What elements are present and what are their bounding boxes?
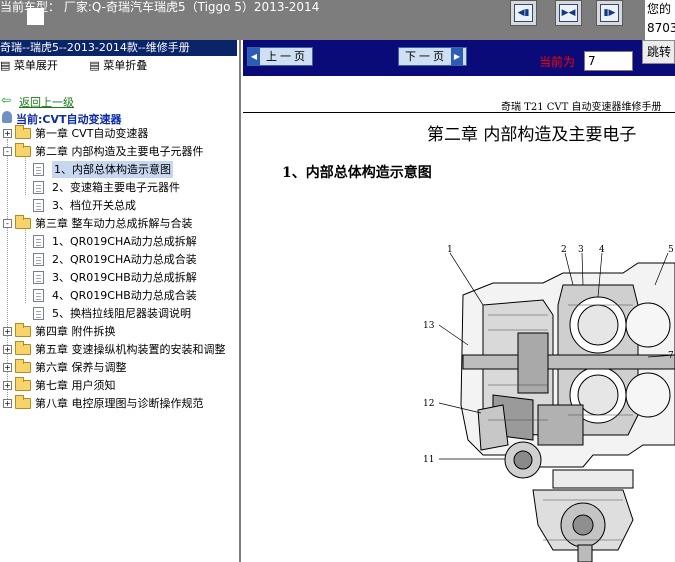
- logo-placeholder: [27, 8, 44, 25]
- callout-13: 13: [423, 321, 435, 331]
- prev-arrow-icon: ◀: [248, 48, 260, 65]
- section-title: 1、内部总体构造示意图: [282, 165, 432, 181]
- tree-item-label: 第八章 电控原理图与诊断操作规范: [35, 397, 204, 410]
- expand-icon[interactable]: +: [3, 363, 12, 372]
- tree-item-label: 1、QR019CHA动力总成拆解: [52, 235, 197, 248]
- transmission-cross-section-diagram: 1 2 3 4 5 13 7 12 11: [423, 245, 675, 562]
- manual-title: 奇瑞--瑞虎5--2013-2014款--维修手册: [0, 40, 237, 56]
- document-icon: [33, 253, 44, 266]
- document-icon: [33, 307, 44, 320]
- document-icon: [33, 181, 44, 194]
- tree-item-label: 第五章 变速操纵机构装置的安装和调整: [35, 343, 226, 356]
- document-icon: [33, 271, 44, 284]
- jump-button[interactable]: 跳转: [642, 40, 675, 64]
- tree-item-label: 2、变速箱主要电子元器件: [52, 181, 180, 194]
- tree-item-label: 3、QR019CHB动力总成拆解: [52, 271, 197, 284]
- next-page-label: 下一页: [405, 50, 447, 63]
- document-icon: [33, 163, 44, 176]
- current-model-label: 当前车型： 厂家:Q-奇瑞汽车瑞虎5（Tiggo 5）2013-2014: [0, 0, 320, 14]
- folder-icon: [15, 395, 31, 409]
- tree-item-label: 第二章 内部构造及主要电子元器件: [35, 145, 204, 158]
- expand-icon[interactable]: +: [3, 327, 12, 336]
- tree-item-label: 第三章 整车动力总成拆解与合装: [35, 217, 193, 230]
- callout-4: 4: [599, 245, 605, 255]
- content-frame: ◀ 上一页 下一页 ▶ 当前为 跳转 奇瑞 T21 CVT 自动变速器维修手册 …: [243, 40, 675, 562]
- menu-expand-button[interactable]: ▤ 菜单展开: [0, 59, 72, 72]
- prev-page-button[interactable]: ◀ 上一页: [247, 47, 313, 66]
- user-info-line2: 8703: [647, 21, 675, 35]
- menu-collapse-label: 菜单折叠: [103, 59, 148, 72]
- folder-icon: [15, 215, 31, 229]
- menu-expand-label: 菜单展开: [13, 59, 58, 72]
- menu-operations: ▤ 菜单展开 ▤ 菜单折叠: [0, 59, 175, 73]
- back-nav-button[interactable]: ◀▮: [510, 0, 537, 26]
- document-icon: [33, 289, 44, 302]
- tree-item-label: 2、QR019CHA动力总成合装: [52, 253, 197, 266]
- tree-item-label: 1、内部总体构造示意图: [52, 161, 173, 178]
- menu-collapse-button[interactable]: ▤ 菜单折叠: [89, 59, 161, 72]
- tree-item-label: 第七章 用户须知: [35, 379, 116, 392]
- folder-icon: [15, 341, 31, 355]
- current-page-label: 当前为: [539, 55, 576, 69]
- expand-icon: ▶◀: [559, 4, 578, 22]
- folder-icon: [15, 359, 31, 373]
- user-info-box: 您的 8703: [645, 0, 675, 40]
- folder-icon: [15, 323, 31, 337]
- callout-7: 7: [668, 351, 674, 361]
- folder-icon: [15, 377, 31, 391]
- next-arrow-icon: ▶: [451, 48, 463, 65]
- callout-1: 1: [447, 245, 453, 255]
- sidebar: 奇瑞--瑞虎5--2013-2014款--维修手册 ▤ 菜单展开 ▤ 菜单折叠 …: [0, 40, 241, 562]
- expand-icon[interactable]: +: [3, 129, 12, 138]
- callout-11: 11: [423, 455, 434, 465]
- prev-page-label: 上一页: [266, 50, 308, 63]
- callout-5: 5: [668, 245, 674, 255]
- document-icon: [33, 235, 44, 248]
- expand-icon[interactable]: +: [3, 399, 12, 408]
- back-link-label: 返回上一级: [19, 96, 74, 109]
- current-location-icon: [2, 111, 12, 123]
- tree-item-label: 第一章 CVT自动变速器: [35, 127, 149, 140]
- tree-item-label: 4、QR019CHB动力总成合装: [52, 289, 197, 302]
- expand-icon[interactable]: +: [3, 345, 12, 354]
- callout-12: 12: [423, 399, 434, 409]
- tree-item-label: 第六章 保养与调整: [35, 361, 127, 374]
- collapse-icon[interactable]: -: [3, 147, 12, 156]
- document-icon: [33, 199, 44, 212]
- collapse-icon[interactable]: -: [3, 219, 12, 228]
- top-banner: 当前车型： 厂家:Q-奇瑞汽车瑞虎5（Tiggo 5）2013-2014 ◀▮ …: [0, 0, 675, 40]
- page-number-input[interactable]: [584, 51, 633, 71]
- callout-2: 2: [561, 245, 567, 255]
- tree-item-label: 5、换档拉线阻尼器装调说明: [52, 307, 191, 320]
- expand-icon[interactable]: +: [3, 381, 12, 390]
- back-icon: ◀▮: [514, 4, 533, 22]
- user-info-line1: 您的: [647, 2, 672, 16]
- chapter-title: 第二章 内部构造及主要电子: [427, 125, 637, 145]
- expand-nav-button[interactable]: ▶◀: [555, 0, 582, 26]
- tree-item-label: 第四章 附件拆换: [35, 325, 116, 338]
- callout-3: 3: [578, 245, 584, 255]
- next-page-button[interactable]: 下一页 ▶: [398, 47, 467, 66]
- page-header: 奇瑞 T21 CVT 自动变速器维修手册: [501, 102, 662, 113]
- forward-icon: ▮▶: [600, 4, 619, 22]
- header-rule: [243, 112, 675, 113]
- folder-icon: [15, 125, 31, 139]
- folder-icon: [15, 143, 31, 157]
- tree-item-label: 3、档位开关总成: [52, 199, 136, 212]
- forward-nav-button[interactable]: ▮▶: [596, 0, 623, 26]
- back-arrow-icon: ⇦: [1, 93, 12, 107]
